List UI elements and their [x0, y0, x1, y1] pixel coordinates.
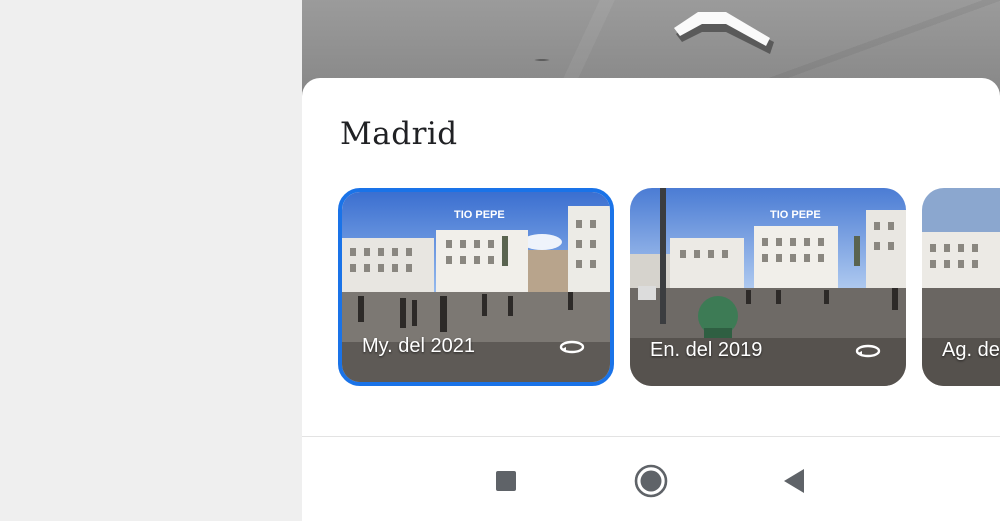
photo-date-label: Ag. de [942, 339, 1000, 361]
svg-text:TIO PEPE: TIO PEPE [770, 209, 821, 221]
place-title: Madrid [340, 116, 458, 152]
photo-date-label: My. del 2021 [362, 335, 476, 357]
street-view-screen: Madrid TIO PEPE My. del 2021 TIO PEPE En… [302, 0, 1000, 521]
photo-card-2021[interactable]: TIO PEPE My. del 2021 [338, 188, 614, 386]
photo-carousel[interactable]: TIO PEPE My. del 2021 TIO PEPE En. del 2… [338, 188, 1000, 388]
panorama-360-icon [559, 340, 585, 354]
recents-square-icon[interactable] [489, 464, 523, 498]
back-triangle-icon[interactable] [777, 464, 811, 498]
home-circle-icon[interactable] [634, 464, 668, 498]
divider [302, 436, 1000, 437]
android-navigation-bar [302, 438, 1000, 521]
left-blank-area [0, 0, 302, 521]
navigation-arrow-icon[interactable] [674, 12, 774, 60]
photo-card-partial[interactable]: Ag. de [922, 188, 1000, 386]
photo-date-label: En. del 2019 [650, 339, 763, 361]
svg-text:TIO PEPE: TIO PEPE [454, 209, 505, 221]
photo-card-2019[interactable]: TIO PEPE En. del 2019 [630, 188, 906, 386]
panorama-360-icon [855, 344, 881, 358]
